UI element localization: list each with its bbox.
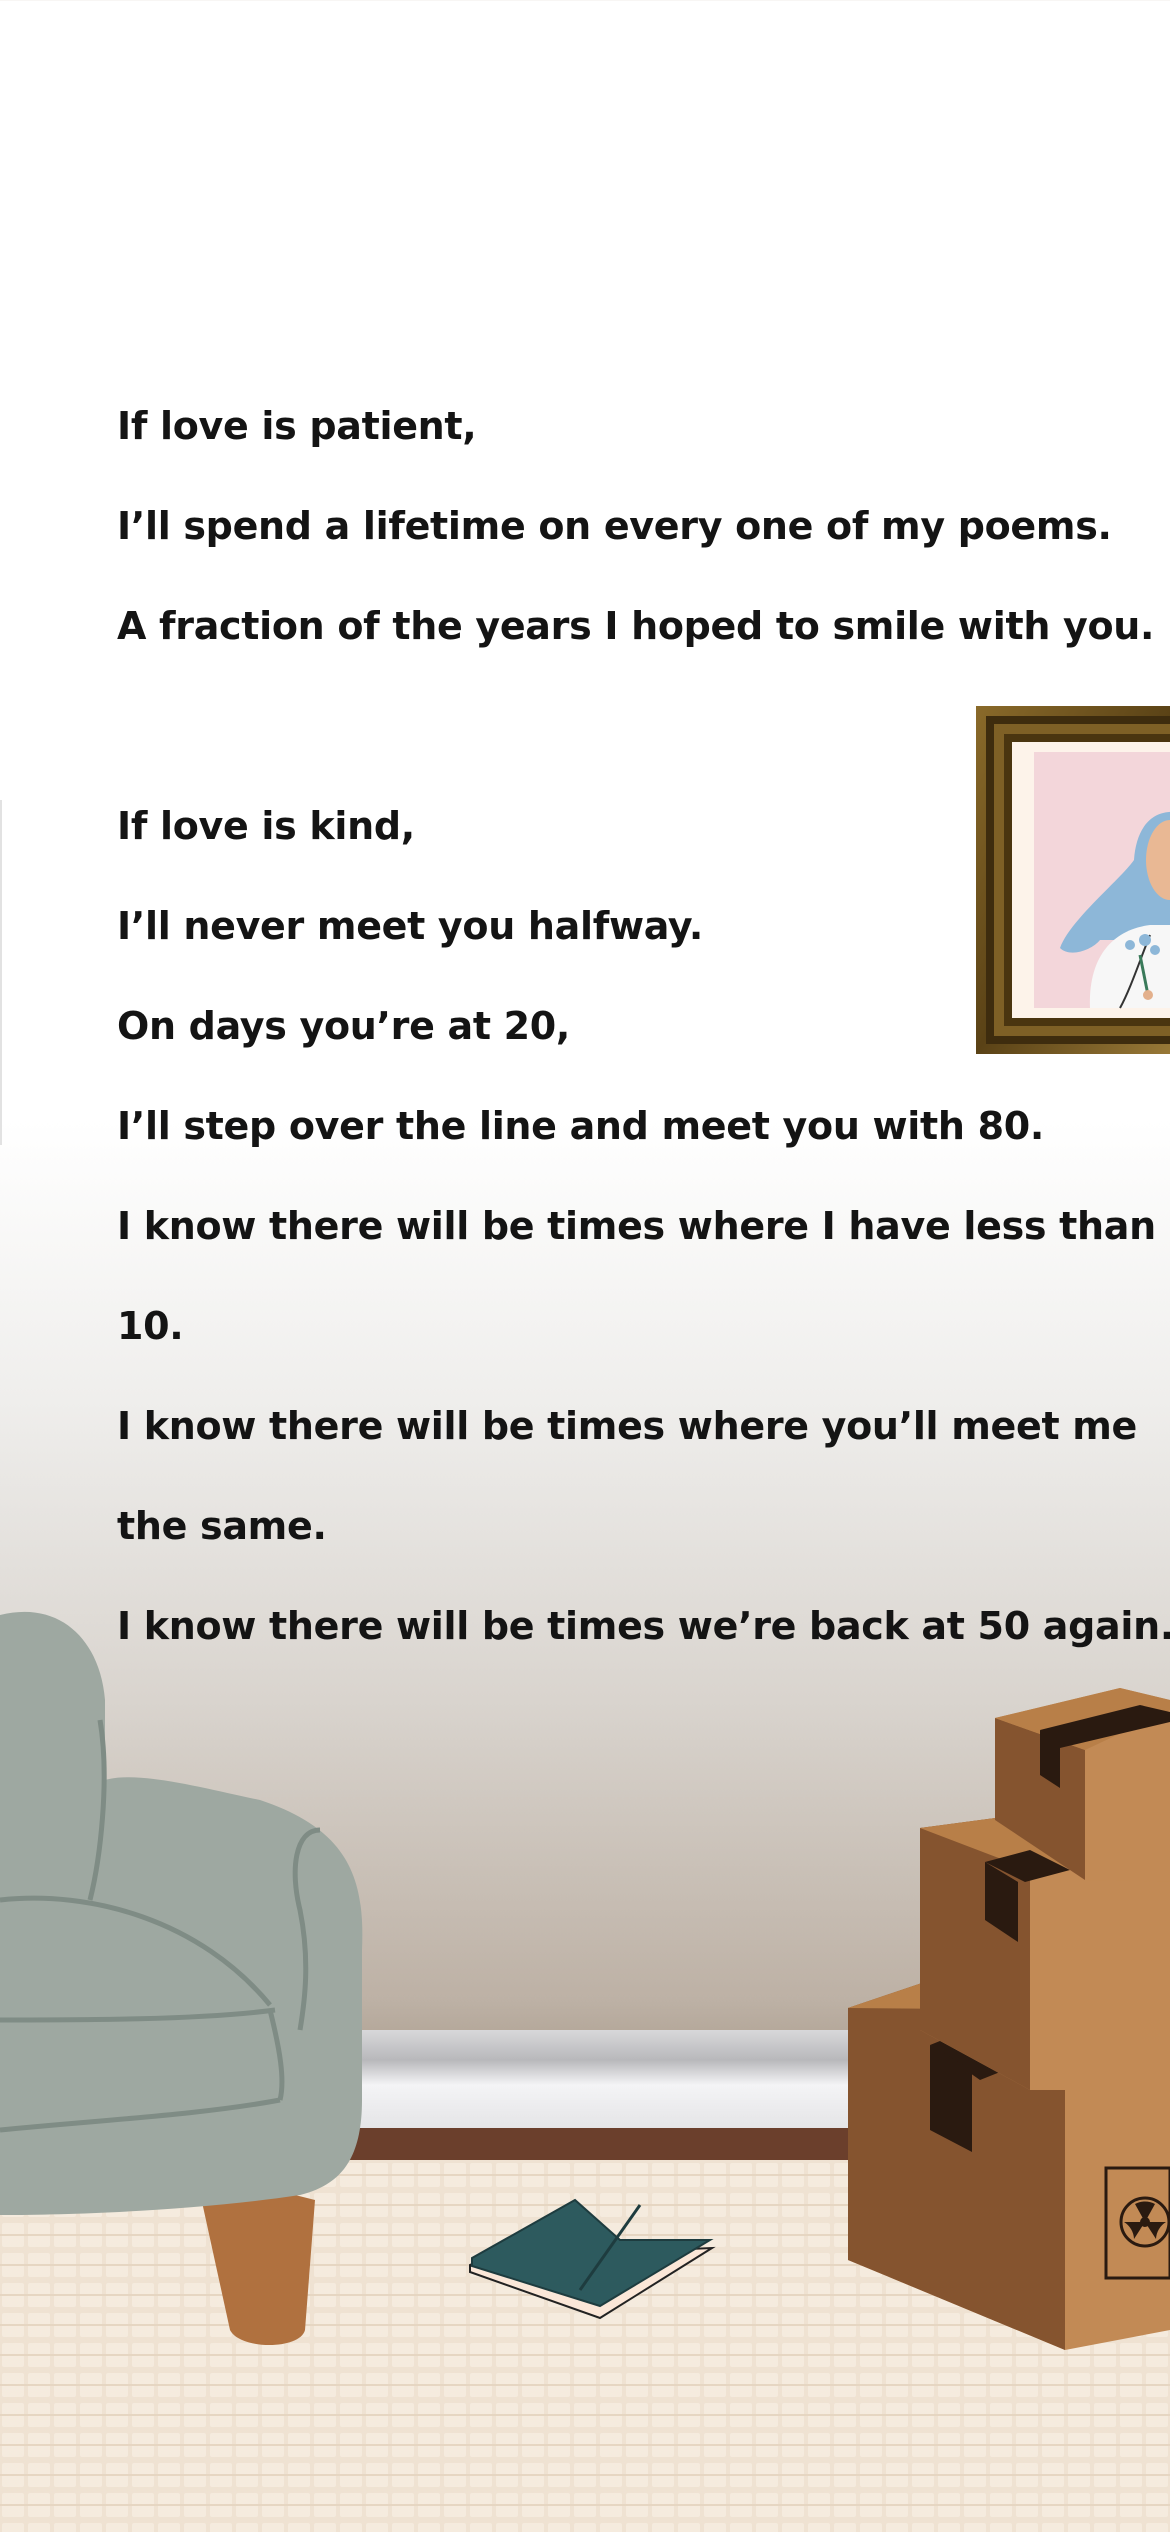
poem-line: the same. — [117, 1504, 327, 1548]
poem-line: I know there will be times where you’ll … — [117, 1404, 1138, 1448]
poem-line: I’ll never meet you halfway. — [117, 904, 704, 948]
poem-line: If love is kind, — [117, 804, 415, 848]
poem-line: I know there will be times we’re back at… — [117, 1604, 1170, 1648]
poem-line: I know there will be times where I have … — [117, 1204, 1156, 1248]
poem-line: 10. — [117, 1304, 184, 1348]
room-illustration — [0, 706, 1170, 2532]
framed-portrait — [976, 706, 1170, 1054]
stacked-cardboard-boxes — [848, 1688, 1170, 2350]
poem-line: On days you’re at 20, — [117, 1004, 571, 1048]
poem-line: A fraction of the years I hoped to smile… — [117, 604, 1155, 648]
poem-line: If love is patient, — [117, 404, 477, 448]
poem-line: I’ll spend a lifetime on every one of my… — [117, 504, 1112, 548]
poem-line: I’ll step over the line and meet you wit… — [117, 1104, 1045, 1148]
